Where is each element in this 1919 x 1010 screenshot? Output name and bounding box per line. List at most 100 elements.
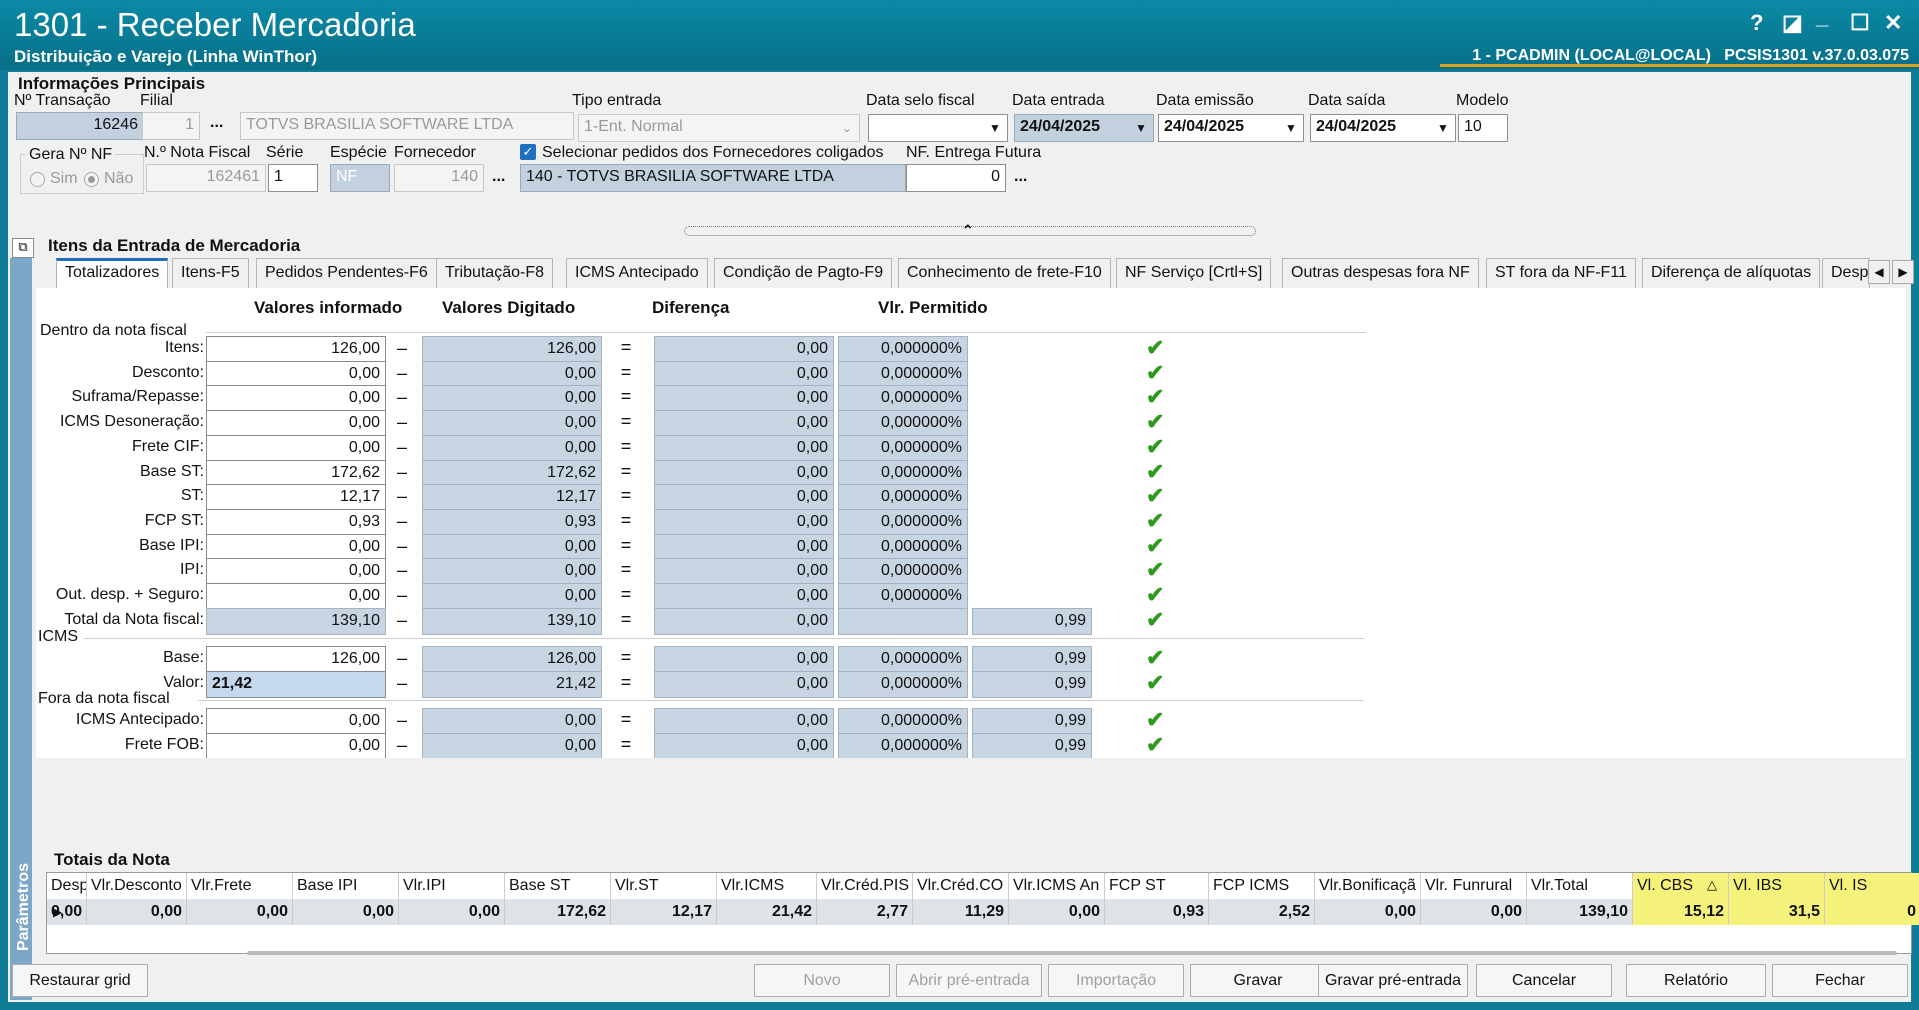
modelo-field[interactable]: 10 <box>1458 114 1508 142</box>
tab-pedidos-pendentes[interactable]: Pedidos Pendentes-F6 <box>256 258 437 288</box>
informado-field[interactable]: 0,00 <box>206 360 386 388</box>
grid-header[interactable]: Vlr.Frete <box>187 873 293 899</box>
nao-radio[interactable] <box>84 172 99 187</box>
informado-field[interactable]: 0,00 <box>206 583 386 610</box>
grid-header[interactable]: Vlr.Desconto <box>87 873 187 899</box>
grid-cell[interactable]: 0,00 <box>87 899 187 925</box>
gravar-button[interactable]: Gravar <box>1190 964 1326 997</box>
grid-header[interactable]: Vlr.ICMS <box>717 873 817 899</box>
tab-icms-antecipado[interactable]: ICMS Antecipado <box>566 258 708 288</box>
informado-field[interactable]: 126,00 <box>206 646 386 673</box>
fornecedor-field[interactable]: 140 <box>394 164 484 192</box>
informado-field[interactable]: 0,00 <box>206 410 386 438</box>
tab-itens[interactable]: Itens-F5 <box>172 258 249 288</box>
tab-condicao-pagto[interactable]: Condição de Pagto-F9 <box>714 258 893 288</box>
grid-cell[interactable]: 12,17 <box>611 899 717 925</box>
importacao-button[interactable]: Importação <box>1048 964 1184 997</box>
grid-header[interactable]: Base ST <box>505 873 611 899</box>
maximize-icon[interactable]: ☐ <box>1850 10 1870 36</box>
close-icon[interactable]: ✕ <box>1884 10 1902 36</box>
serie-field[interactable]: 1 <box>268 164 318 192</box>
gravar-pre-entrada-button[interactable]: Gravar pré-entrada <box>1318 964 1468 997</box>
grid-cell[interactable]: 0,00 <box>1315 899 1421 925</box>
grid-cell[interactable]: 21,42 <box>717 899 817 925</box>
entrega-futura-field[interactable]: 0 <box>906 164 1006 192</box>
grid-cell[interactable]: 0,93 <box>1105 899 1209 925</box>
informado-field[interactable]: 172,62 <box>206 459 386 487</box>
fornecedor-lookup-button[interactable]: ... <box>492 168 505 186</box>
grid-header[interactable]: Vl. IBS <box>1729 873 1825 899</box>
grid-cell[interactable]: 0,00 <box>293 899 399 925</box>
grid-header[interactable]: Vl. IS <box>1825 873 1919 899</box>
tab-diferenca-aliquotas[interactable]: Diferença de alíquotas <box>1642 258 1821 288</box>
grid-header[interactable]: Vlr.IPI <box>399 873 505 899</box>
cancelar-button[interactable]: Cancelar <box>1476 964 1612 997</box>
tab-totalizadores[interactable]: Totalizadores <box>56 258 169 288</box>
grid-horizontal-scrollbar[interactable] <box>247 951 1897 955</box>
grid-cell[interactable]: 2,77 <box>817 899 913 925</box>
data-entrada-field[interactable]: 24/04/2025 ▼ <box>1014 114 1154 142</box>
undock-icon[interactable]: ⧉ <box>12 238 34 258</box>
informado-field[interactable]: 21,42 <box>206 671 386 698</box>
informado-field[interactable]: 0,93 <box>206 508 386 536</box>
informado-field[interactable]: 0,00 <box>206 733 386 758</box>
grid-header[interactable]: Vlr.Créd.PIS <box>817 873 913 899</box>
grid-header[interactable]: FCP ICMS <box>1209 873 1315 899</box>
fechar-button[interactable]: Fechar <box>1772 964 1908 997</box>
grid-cell[interactable]: 15,12 <box>1633 899 1729 925</box>
grid-header[interactable]: Vlr.ICMS An <box>1009 873 1105 899</box>
minimize-icon[interactable]: _ <box>1816 4 1828 30</box>
tab-scroll-right-icon[interactable]: ▶ <box>1892 260 1914 284</box>
grid-cell[interactable]: 0,00 <box>399 899 505 925</box>
grid-cell[interactable]: 11,29 <box>913 899 1009 925</box>
tab-outras-despesas[interactable]: Outras despesas fora NF <box>1282 258 1479 288</box>
tab-conhecimento-frete[interactable]: Conhecimento de frete-F10 <box>898 258 1111 288</box>
nota-field[interactable]: 162461 <box>146 164 266 192</box>
filial-field[interactable]: 1 <box>142 112 200 140</box>
novo-button[interactable]: Novo <box>754 964 890 997</box>
grid-header[interactable]: FCP ST <box>1105 873 1209 899</box>
entrega-futura-lookup-button[interactable]: ... <box>1014 168 1027 186</box>
grid-header[interactable]: Desp. <box>47 873 87 899</box>
informado-field[interactable]: 0,00 <box>206 558 386 586</box>
restaurar-grid-button[interactable]: Restaurar grid <box>12 964 148 997</box>
grid-header[interactable]: Base IPI <box>293 873 399 899</box>
filial-lookup-button[interactable]: ... <box>210 114 223 132</box>
grid-header[interactable]: Vlr.Bonificaçã <box>1315 873 1421 899</box>
grid-cell[interactable]: 0,00 <box>1421 899 1527 925</box>
grid-header[interactable]: Vlr.ST <box>611 873 717 899</box>
grid-cell[interactable]: 0 <box>1825 899 1919 925</box>
grid-header[interactable]: Vlr. Funrural <box>1421 873 1527 899</box>
help-icon[interactable]: ? <box>1750 10 1763 36</box>
grid-cell[interactable]: 0,00 <box>187 899 293 925</box>
data-saida-field[interactable]: 24/04/2025 ▼ <box>1310 114 1456 142</box>
informado-field[interactable]: 12,17 <box>206 484 386 512</box>
informado-field[interactable]: 0,00 <box>206 708 386 735</box>
tab-st-fora[interactable]: ST fora da NF-F11 <box>1486 258 1636 288</box>
especie-field[interactable]: NF <box>330 164 390 192</box>
grid-cell[interactable]: 0,00 <box>1009 899 1105 925</box>
data-selo-field[interactable]: ▼ <box>868 114 1008 142</box>
chevron-up-icon[interactable]: ⌃ <box>962 222 974 239</box>
informado-field[interactable]: 126,00 <box>206 336 386 363</box>
tab-tributacao[interactable]: Tributação-F8 <box>436 258 553 288</box>
relatorio-button[interactable]: Relatório <box>1626 964 1766 997</box>
parametros-strip[interactable]: Parâmetros <box>10 258 32 1000</box>
sim-radio[interactable] <box>30 172 45 187</box>
informado-field[interactable]: 0,00 <box>206 385 386 413</box>
grid-cell[interactable]: 31,5 <box>1729 899 1825 925</box>
coligados-checkbox[interactable]: ✓ <box>520 144 536 160</box>
grid-cell[interactable]: 172,62 <box>505 899 611 925</box>
totais-grid[interactable]: Desp.0,00Vlr.Desconto0,00Vlr.Frete0,00Ba… <box>46 872 1919 955</box>
informado-field[interactable]: 0,00 <box>206 434 386 462</box>
grid-cell[interactable]: 139,10 <box>1527 899 1633 925</box>
grid-header[interactable]: Vlr.Créd.CO <box>913 873 1009 899</box>
informado-field[interactable]: 0,00 <box>206 533 386 561</box>
tipo-entrada-select[interactable]: 1-Ent. Normal ⌄ <box>578 114 860 142</box>
tab-desp[interactable]: Desp <box>1822 258 1870 288</box>
grid-cell[interactable]: 2,52 <box>1209 899 1315 925</box>
tab-nf-servico[interactable]: NF Serviço [Crtl+S] <box>1116 258 1272 288</box>
abrir-pre-entrada-button[interactable]: Abrir pré-entrada <box>896 964 1042 997</box>
restore-icon[interactable]: ◪ <box>1782 10 1803 36</box>
tab-scroll-left-icon[interactable]: ◀ <box>1868 260 1890 284</box>
